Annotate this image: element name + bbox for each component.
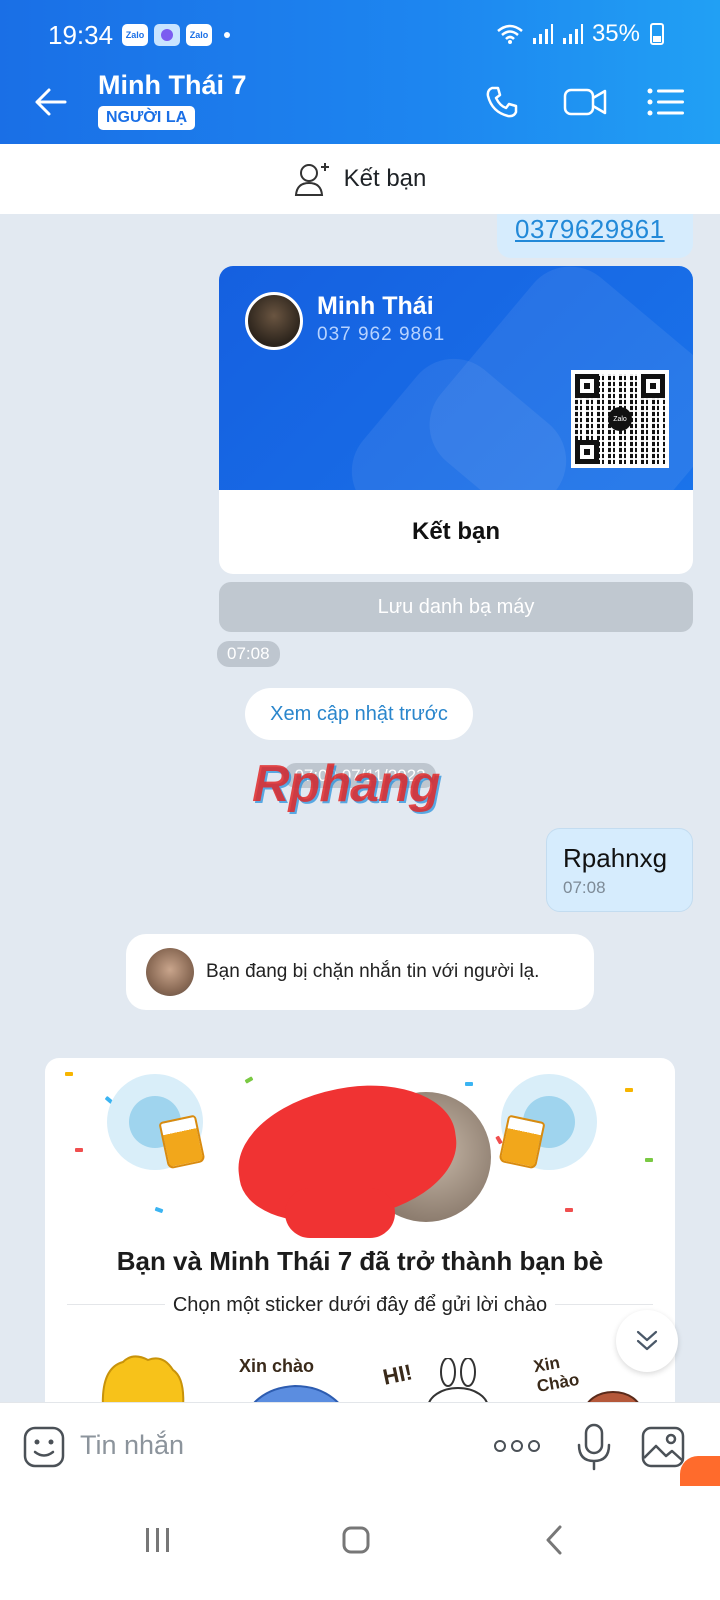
contact-card-name: Minh Thái xyxy=(317,292,434,320)
video-camera-icon xyxy=(563,88,607,116)
became-friends-subtitle-text: Chọn một sticker dưới đây để gửi lời chà… xyxy=(164,1294,556,1316)
message-input-bar xyxy=(0,1402,720,1488)
menu-button[interactable] xyxy=(644,80,688,124)
sticker-button[interactable] xyxy=(22,1425,66,1469)
arrow-left-icon xyxy=(35,88,67,116)
stranger-badge: NGƯỜI LẠ xyxy=(98,106,196,130)
add-friend-label: Kết bạn xyxy=(343,165,427,192)
sticker-label: HI! xyxy=(380,1359,415,1390)
avatar xyxy=(146,948,194,996)
battery-percent: 35% xyxy=(591,20,640,47)
confetti xyxy=(625,1088,633,1092)
qr-finder xyxy=(575,440,599,464)
system-back-button[interactable] xyxy=(524,1512,584,1568)
zalo-app-icon: Zalo xyxy=(186,24,212,46)
chat-header: Minh Thái 7 NGƯỜI LẠ xyxy=(0,60,720,144)
more-options-button[interactable] xyxy=(494,1431,546,1461)
scroll-to-bottom-button[interactable] xyxy=(616,1310,678,1372)
confetti xyxy=(465,1082,473,1086)
dot-icon xyxy=(511,1440,523,1452)
contact-name[interactable]: Minh Thái 7 xyxy=(98,70,247,101)
home-icon xyxy=(342,1526,370,1554)
messenger-app-icon xyxy=(154,24,180,46)
double-chevron-down-icon xyxy=(636,1330,658,1351)
became-friends-subtitle: Chọn một sticker dưới đây để gửi lời chà… xyxy=(45,1294,675,1317)
smiley-sticker-icon xyxy=(23,1426,65,1468)
confetti xyxy=(75,1148,83,1152)
list-menu-icon xyxy=(647,88,684,116)
add-friend-button[interactable]: Kết bạn xyxy=(0,144,720,214)
video-call-button[interactable] xyxy=(560,80,610,124)
watermark: Rphang xyxy=(252,755,441,813)
confetti xyxy=(565,1208,573,1212)
voice-call-button[interactable] xyxy=(480,80,524,124)
home-button[interactable] xyxy=(326,1512,386,1568)
image-gallery-icon xyxy=(641,1426,685,1468)
contact-card[interactable]: Minh Thái 037 962 9861 Zalo Kết bạn xyxy=(219,266,693,574)
contact-card-phone: 037 962 9861 xyxy=(317,324,446,345)
notification-dot-icon xyxy=(224,32,230,38)
save-contact-button[interactable]: Lưu danh bạ máy xyxy=(219,582,693,632)
send-image-button[interactable] xyxy=(640,1425,686,1469)
waving-hand-icon xyxy=(101,1355,185,1409)
see-previous-updates-button[interactable]: Xem cập nhật trước xyxy=(245,688,473,740)
chevron-left-icon xyxy=(546,1525,562,1555)
status-time: 19:34 xyxy=(48,20,114,50)
dot-icon xyxy=(494,1440,506,1452)
zalo-app-icon: Zalo xyxy=(122,24,148,46)
recent-apps-button[interactable] xyxy=(128,1512,188,1568)
confetti xyxy=(645,1158,653,1162)
chat-messages[interactable]: 0379629861 Minh Thái 037 962 9861 Zalo K… xyxy=(0,214,720,1430)
message-time: 07:08 xyxy=(563,878,606,897)
recent-apps-icon xyxy=(146,1528,169,1552)
confetti xyxy=(154,1206,164,1214)
system-nav-bar xyxy=(0,1488,720,1600)
status-app-icons: Zalo Zalo xyxy=(122,24,230,46)
status-bar: 19:34 Zalo Zalo 35% xyxy=(0,0,720,60)
status-indicators: 35% xyxy=(496,20,664,48)
top-bar: 19:34 Zalo Zalo 35% Minh Thái 7 NGƯỜI LẠ xyxy=(0,0,720,144)
microphone-icon xyxy=(577,1423,611,1471)
contact-card-add-friend-button[interactable]: Kết bạn xyxy=(219,490,693,574)
dot-icon xyxy=(528,1440,540,1452)
contact-card-header: Minh Thái 037 962 9861 Zalo xyxy=(219,266,693,490)
signal-icon xyxy=(562,24,583,44)
became-friends-title: Bạn và Minh Thái 7 đã trở thành bạn bè xyxy=(116,1246,604,1276)
message-time: 07:08 xyxy=(217,641,280,667)
sticker-label: Xin chào xyxy=(239,1356,315,1376)
qr-pattern: Zalo xyxy=(575,374,665,464)
became-friends-card: Bạn và Minh Thái 7 đã trở thành bạn bè C… xyxy=(45,1058,675,1430)
back-button[interactable] xyxy=(28,80,72,124)
my-message-bubble[interactable]: Rpahnxg 07:08 xyxy=(546,828,693,912)
message-input[interactable] xyxy=(80,1421,460,1469)
battery-icon xyxy=(650,23,664,45)
avatar xyxy=(245,292,303,350)
message-text: Rpahnxg xyxy=(563,843,668,873)
confetti xyxy=(65,1072,73,1076)
qr-finder xyxy=(641,374,665,398)
qr-code[interactable]: Zalo xyxy=(571,370,669,468)
zalo-logo-icon: Zalo xyxy=(608,407,632,431)
blocked-notice-text: Bạn đang bị chặn nhắn tin với người lạ. xyxy=(206,961,540,982)
confetti xyxy=(244,1076,254,1084)
floating-badge-icon[interactable] xyxy=(680,1456,720,1486)
phone-icon xyxy=(486,86,518,118)
message-bubble: 0379629861 xyxy=(497,214,693,258)
qr-finder xyxy=(575,374,599,398)
wifi-icon xyxy=(497,24,523,44)
signal-icon xyxy=(532,24,553,44)
redaction-mark xyxy=(285,1188,395,1238)
blocked-notice: Bạn đang bị chặn nhắn tin với người lạ. xyxy=(126,934,594,1010)
voice-message-button[interactable] xyxy=(574,1423,614,1471)
add-user-icon xyxy=(294,163,329,196)
phone-number-link[interactable]: 0379629861 xyxy=(515,214,665,244)
